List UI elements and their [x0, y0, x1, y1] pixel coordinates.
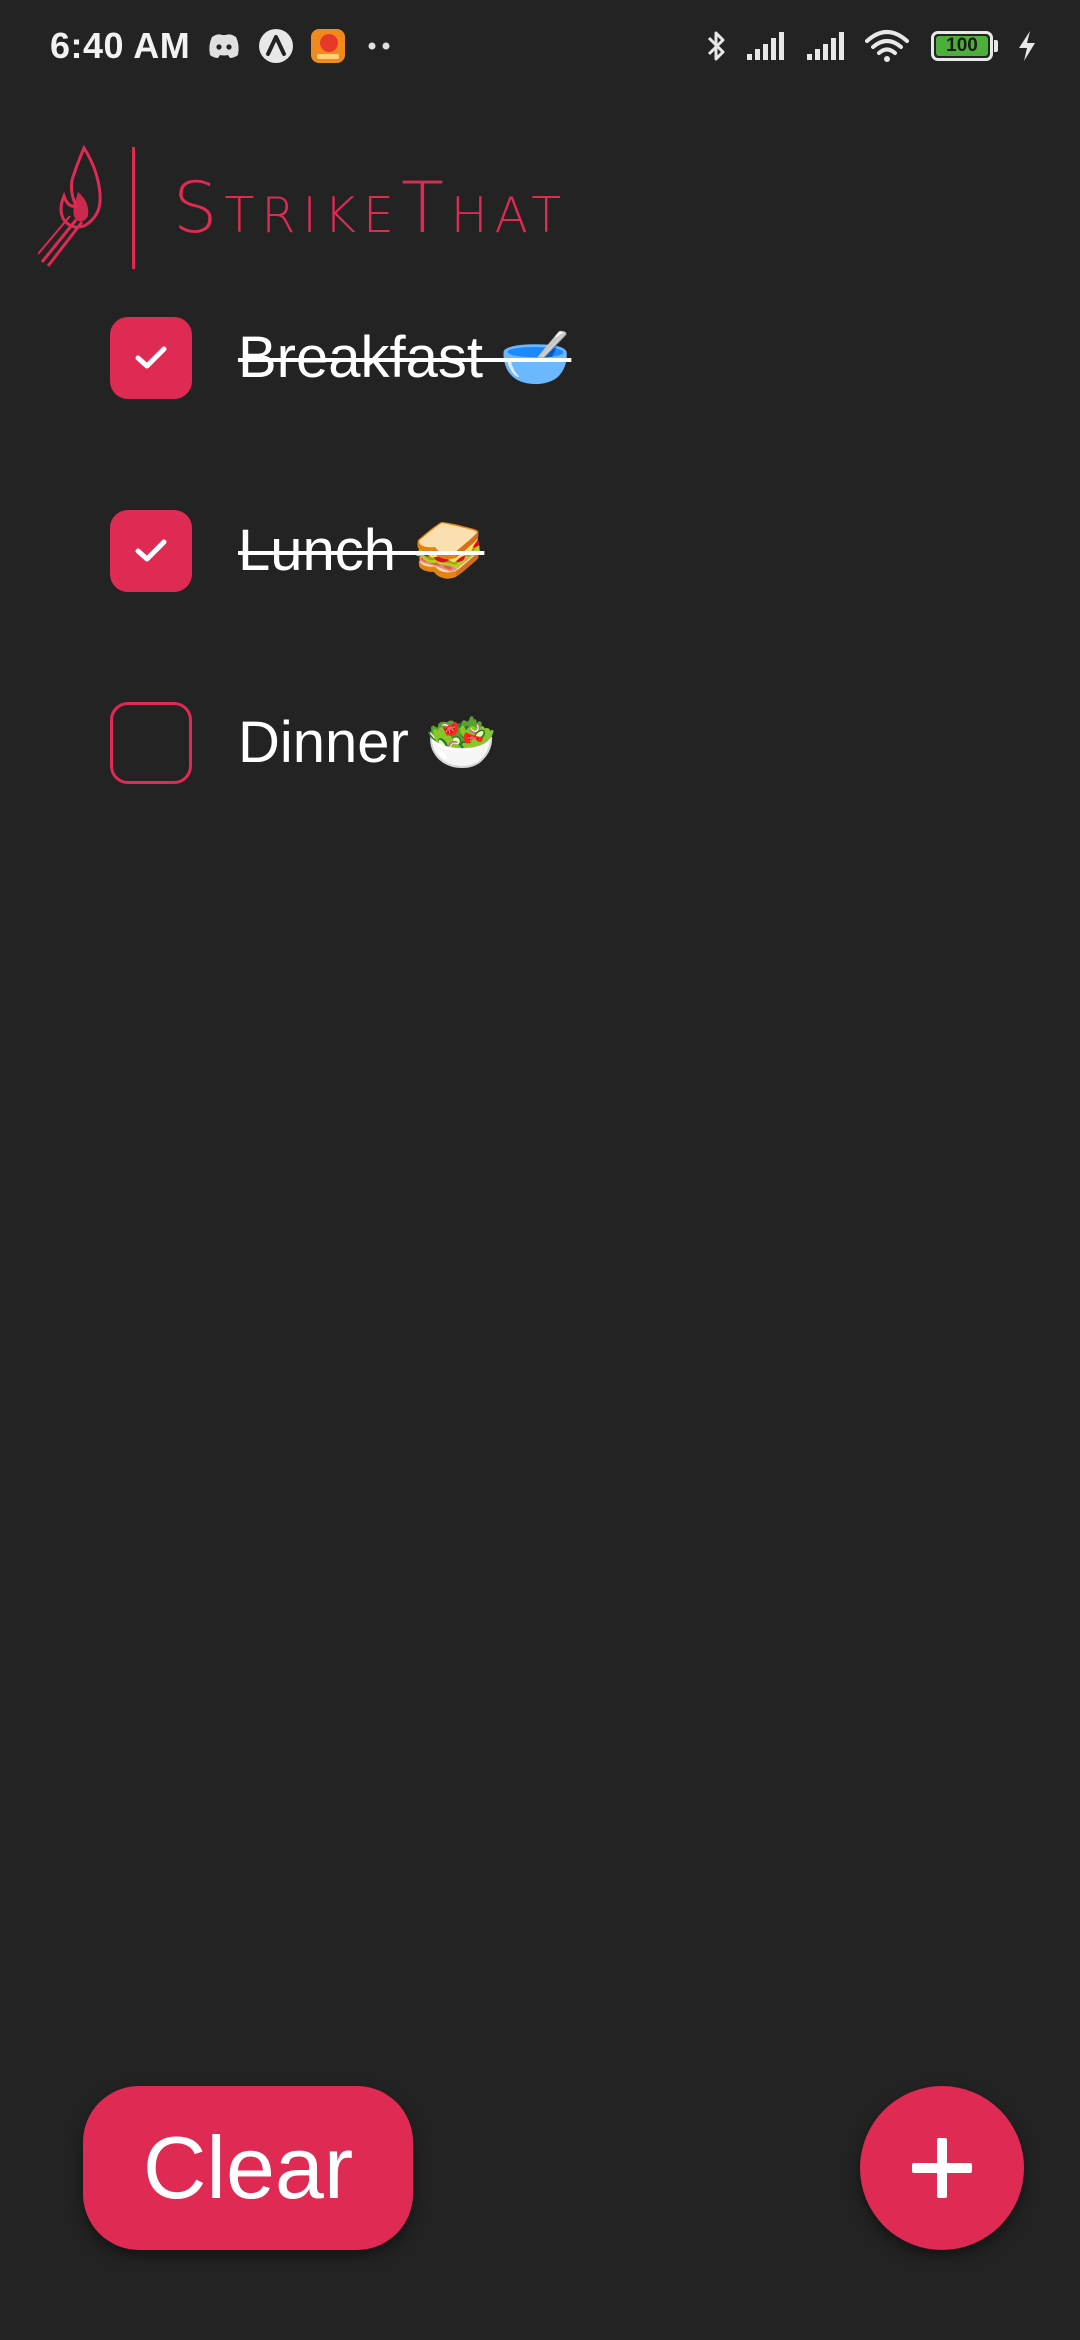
list-item[interactable]: Lunch 🥪	[110, 509, 484, 593]
todo-checkbox[interactable]	[110, 702, 192, 784]
discord-icon	[206, 31, 242, 61]
todo-checkbox[interactable]	[110, 317, 192, 399]
status-bar-left: 6:40 AM	[50, 25, 396, 67]
status-bar-right: 100	[687, 28, 1038, 64]
todo-checkbox[interactable]	[110, 510, 192, 592]
battery-icon: 100	[931, 31, 993, 61]
wifi-icon	[865, 29, 909, 63]
signal-icon	[805, 30, 847, 62]
todo-label: Dinner 🥗	[238, 710, 498, 775]
match-flame-icon	[37, 144, 110, 273]
plus-icon	[912, 2138, 972, 2198]
app-title: StrikeThat	[173, 167, 569, 249]
signal-icon	[745, 30, 787, 62]
clear-button[interactable]: Clear	[83, 2086, 413, 2250]
checkmark-icon	[135, 539, 167, 562]
battery-level: 100	[936, 35, 988, 56]
todo-label: Lunch 🥪	[238, 518, 485, 583]
app-logo: StrikeThat	[37, 144, 569, 273]
charging-bolt-icon	[1016, 29, 1038, 63]
arc-icon	[258, 28, 294, 64]
logo-divider	[132, 147, 135, 269]
list-item[interactable]: Dinner 🥗	[110, 701, 497, 785]
status-bar: 6:40 AM 100	[0, 0, 1080, 92]
status-time: 6:40 AM	[50, 25, 191, 66]
app-notification-icon	[310, 28, 346, 64]
more-dots-icon	[362, 40, 396, 52]
checkmark-icon	[135, 346, 167, 369]
todo-label: Breakfast 🥣	[238, 325, 572, 390]
bluetooth-icon	[705, 28, 727, 64]
list-item[interactable]: Breakfast 🥣	[110, 316, 571, 400]
add-todo-button[interactable]	[860, 2086, 1024, 2250]
battery-indicator: 100	[931, 31, 998, 61]
